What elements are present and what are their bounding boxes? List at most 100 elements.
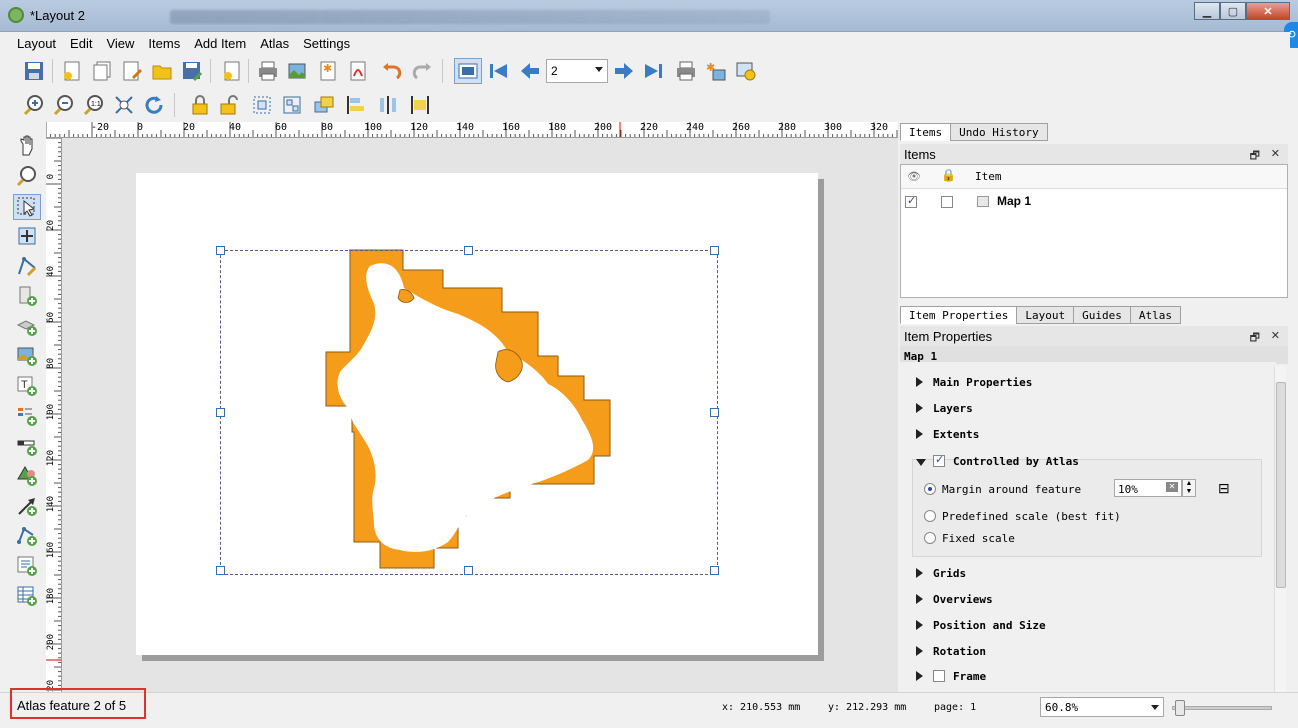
add-page-icon[interactable]: [220, 59, 244, 83]
add-shape-icon[interactable]: [15, 464, 39, 488]
menu-view[interactable]: View: [99, 36, 141, 51]
menu-layout[interactable]: Layout: [10, 36, 63, 51]
add-map-icon[interactable]: [15, 284, 39, 308]
refresh-icon[interactable]: [142, 93, 166, 117]
resize-handle[interactable]: [710, 246, 719, 255]
previous-feature-icon[interactable]: [518, 59, 542, 83]
move-content-icon[interactable]: [15, 224, 39, 248]
atlas-page-combo[interactable]: 2: [546, 59, 608, 83]
distribute-items-icon[interactable]: [376, 93, 400, 117]
menu-items[interactable]: Items: [141, 36, 187, 51]
add-scale-bar-icon[interactable]: [15, 434, 39, 458]
edit-nodes-icon[interactable]: [15, 254, 39, 278]
fixed-scale-radio[interactable]: [924, 532, 936, 544]
tab-items[interactable]: Items: [900, 123, 952, 141]
zoom-combo[interactable]: 60.8%: [1040, 697, 1164, 717]
resize-handle[interactable]: [710, 566, 719, 575]
unlock-items-icon[interactable]: [218, 93, 242, 117]
atlas-controlled-checkbox[interactable]: [933, 453, 945, 467]
export-image-icon[interactable]: [286, 59, 310, 83]
section-rotation[interactable]: Rotation: [916, 645, 986, 658]
first-feature-icon[interactable]: [486, 59, 510, 83]
zoom-tool-icon[interactable]: [15, 164, 39, 188]
duplicate-layout-icon[interactable]: [90, 59, 114, 83]
tab-item-properties[interactable]: Item Properties: [900, 306, 1018, 324]
section-layers[interactable]: Layers: [916, 402, 973, 415]
add-label-icon[interactable]: T: [15, 374, 39, 398]
redo-icon[interactable]: [410, 59, 434, 83]
zoom-in-icon[interactable]: [22, 93, 46, 117]
add-3d-map-icon[interactable]: [15, 314, 39, 338]
lock-checkbox[interactable]: [941, 196, 953, 208]
tab-guides[interactable]: Guides: [1073, 306, 1131, 324]
properties-scrollbar[interactable]: [1274, 366, 1286, 692]
add-arrow-icon[interactable]: [15, 494, 39, 518]
zoom-slider-knob[interactable]: [1175, 700, 1185, 716]
export-svg-icon[interactable]: ✱: [316, 59, 340, 83]
resize-handle[interactable]: [216, 408, 225, 417]
zoom-out-icon[interactable]: [52, 93, 76, 117]
atlas-settings-icon[interactable]: [734, 59, 758, 83]
undo-icon[interactable]: [380, 59, 404, 83]
minimize-button[interactable]: ▁: [1194, 2, 1220, 20]
lock-items-icon[interactable]: [188, 93, 212, 117]
visibility-checkbox[interactable]: [905, 194, 917, 208]
save-icon[interactable]: [22, 59, 46, 83]
predefined-scale-radio[interactable]: [924, 510, 936, 522]
next-feature-icon[interactable]: [612, 59, 636, 83]
last-feature-icon[interactable]: [642, 59, 666, 83]
group-items-icon[interactable]: [250, 93, 274, 117]
resize-items-icon[interactable]: [408, 93, 432, 117]
scrollbar-thumb[interactable]: [1276, 382, 1286, 588]
section-grids[interactable]: Grids: [916, 567, 966, 580]
close-panel-icon[interactable]: ✕: [1271, 329, 1280, 342]
save-template-icon[interactable]: [180, 59, 204, 83]
layout-manager-icon[interactable]: [120, 59, 144, 83]
margin-input[interactable]: 10% ✕: [1114, 479, 1182, 497]
maximize-button[interactable]: ▢: [1220, 2, 1246, 20]
align-items-icon[interactable]: [344, 93, 368, 117]
section-position-and-size[interactable]: Position and Size: [916, 619, 1046, 632]
resize-handle[interactable]: [464, 246, 473, 255]
section-frame[interactable]: [916, 670, 933, 683]
add-html-icon[interactable]: [15, 554, 39, 578]
add-picture-icon[interactable]: [15, 344, 39, 368]
frame-checkbox[interactable]: [933, 670, 945, 682]
layout-canvas[interactable]: [62, 138, 898, 692]
margin-radio[interactable]: [924, 483, 936, 495]
clear-icon[interactable]: ✕: [1166, 482, 1178, 492]
select-tool-icon[interactable]: [13, 194, 41, 220]
resize-handle[interactable]: [710, 408, 719, 417]
tab-layout[interactable]: Layout: [1016, 306, 1075, 324]
menu-add-item[interactable]: Add Item: [187, 36, 253, 51]
export-atlas-icon[interactable]: ✱: [704, 59, 728, 83]
zoom-full-icon[interactable]: [112, 93, 136, 117]
new-layout-icon[interactable]: [60, 59, 84, 83]
add-node-item-icon[interactable]: [15, 524, 39, 548]
zoom-slider[interactable]: [1172, 700, 1272, 716]
section-overviews[interactable]: Overviews: [916, 593, 993, 606]
map-selection-frame[interactable]: [220, 250, 718, 575]
close-button[interactable]: ✕: [1246, 2, 1290, 20]
margin-spinner[interactable]: ▲ ▼: [1182, 479, 1196, 497]
resize-handle[interactable]: [216, 566, 225, 575]
resize-handle[interactable]: [216, 246, 225, 255]
data-defined-override-icon[interactable]: ⊟: [1218, 480, 1230, 497]
resize-handle[interactable]: [464, 566, 473, 575]
item-name[interactable]: Map 1: [997, 194, 1031, 208]
open-template-icon[interactable]: [150, 59, 174, 83]
atlas-preview-icon[interactable]: [454, 58, 482, 84]
section-main-properties[interactable]: Main Properties: [916, 376, 1032, 389]
section-extents[interactable]: Extents: [916, 428, 979, 441]
add-attribute-table-icon[interactable]: [15, 584, 39, 608]
tab-atlas[interactable]: Atlas: [1129, 306, 1181, 324]
tab-undo-history[interactable]: Undo History: [950, 123, 1048, 141]
add-legend-icon[interactable]: [15, 404, 39, 428]
pan-tool-icon[interactable]: [15, 134, 39, 158]
print-atlas-icon[interactable]: [674, 59, 698, 83]
menu-edit[interactable]: Edit: [63, 36, 99, 51]
menu-atlas[interactable]: Atlas: [253, 36, 296, 51]
menu-settings[interactable]: Settings: [296, 36, 357, 51]
raise-items-icon[interactable]: [312, 93, 336, 117]
zoom-actual-icon[interactable]: 1:1: [82, 93, 106, 117]
